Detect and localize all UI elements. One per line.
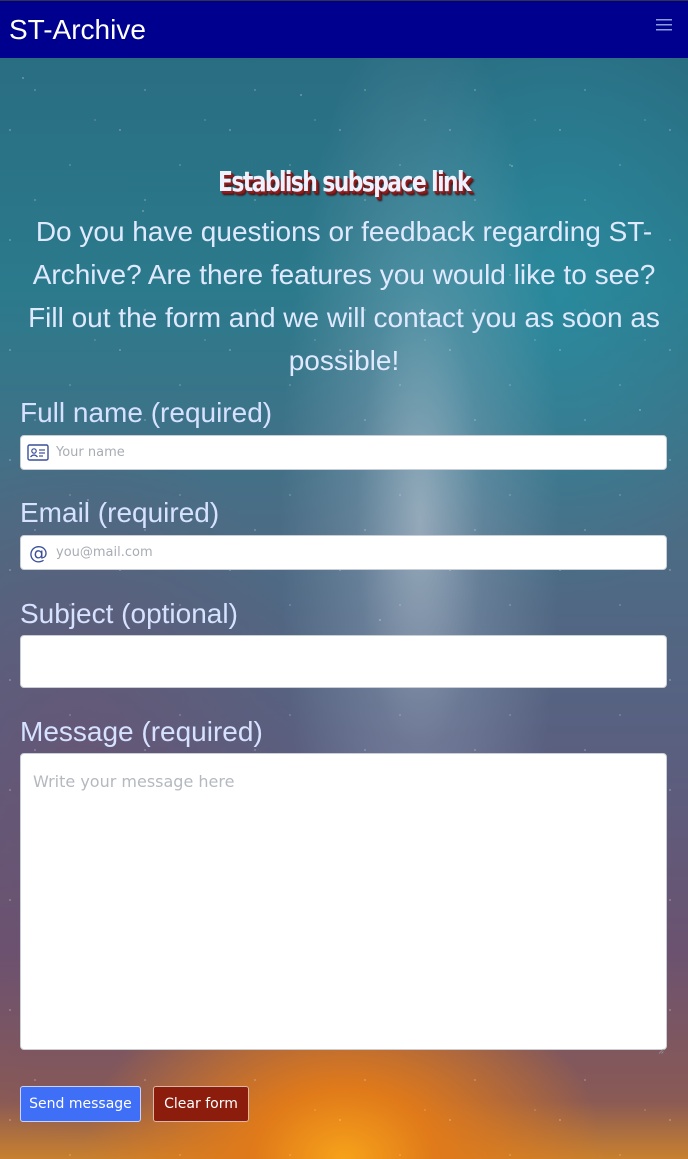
resize-grip-icon[interactable] bbox=[658, 1041, 664, 1054]
send-message-button[interactable]: Send message bbox=[20, 1086, 141, 1122]
email-field: @ bbox=[20, 535, 667, 570]
full-name-label: Full name (required) bbox=[20, 397, 273, 428]
full-name-input[interactable] bbox=[56, 436, 656, 469]
at-sign-icon: @ bbox=[27, 542, 49, 564]
subject-field bbox=[20, 635, 667, 688]
email-label: Email (required) bbox=[20, 497, 220, 528]
brand-link[interactable]: ST-Archive bbox=[9, 13, 146, 47]
intro-text: Do you have questions or feedback regard… bbox=[28, 216, 660, 376]
clear-form-button[interactable]: Clear form bbox=[153, 1086, 249, 1122]
full-name-field bbox=[20, 435, 667, 470]
message-label: Message (required) bbox=[20, 716, 263, 747]
message-field bbox=[20, 753, 667, 1054]
page-heading: Establish subspace link bbox=[218, 164, 471, 198]
subject-input[interactable] bbox=[21, 636, 666, 687]
message-textarea[interactable] bbox=[21, 754, 666, 1049]
id-card-icon bbox=[27, 443, 49, 463]
hamburger-menu-icon[interactable] bbox=[654, 15, 674, 35]
email-input[interactable] bbox=[56, 536, 656, 569]
top-navbar: ST-Archive bbox=[0, 0, 688, 58]
svg-text:@: @ bbox=[29, 543, 48, 563]
subject-label: Subject (optional) bbox=[20, 598, 238, 629]
